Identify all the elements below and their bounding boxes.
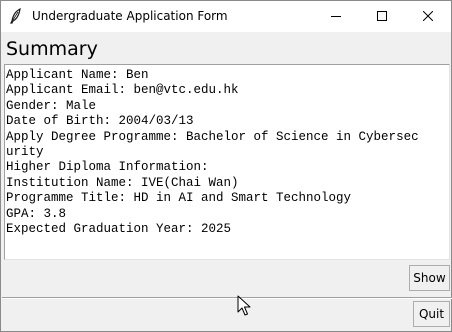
mouse-cursor-icon xyxy=(237,295,251,317)
close-icon xyxy=(422,8,434,26)
summary-line-gender: Gender: Male xyxy=(6,98,97,113)
feather-icon xyxy=(9,7,23,24)
window-title: Undergraduate Application Form xyxy=(32,9,228,23)
summary-line-applicant-name: Applicant Name: Ben xyxy=(6,68,149,82)
summary-line-date-of-birth: Date of Birth: 2004/03/13 xyxy=(6,114,194,129)
close-button[interactable] xyxy=(405,1,451,32)
summary-line-graduation-year: Expected Graduation Year: 2025 xyxy=(6,222,232,236)
minimize-icon xyxy=(331,8,341,26)
summary-line-degree-programme: Apply Degree Programme: Bachelor of Scie… xyxy=(6,129,419,144)
minimize-button[interactable] xyxy=(313,1,359,32)
maximize-button[interactable] xyxy=(359,1,405,32)
summary-line-institution: Institution Name: IVE(Chai Wan) xyxy=(6,175,239,190)
frame-separator xyxy=(2,297,452,299)
summary-line-gpa: GPA: 3.8 xyxy=(6,206,67,221)
maximize-icon xyxy=(377,8,387,26)
summary-line-degree-programme-wrap: urity xyxy=(6,145,44,159)
application-window: Undergraduate Application Form Summary A… xyxy=(0,0,452,332)
show-button[interactable]: Show xyxy=(409,265,450,291)
title-bar[interactable]: Undergraduate Application Form xyxy=(1,1,451,32)
summary-textbox[interactable]: Applicant Name: Ben Applicant Email: ben… xyxy=(4,64,450,260)
summary-line-hd-info: Higher Diploma Information: xyxy=(6,160,209,175)
summary-heading: Summary xyxy=(6,38,98,60)
quit-button[interactable]: Quit xyxy=(413,301,450,327)
summary-line-programme-title: Programme Title: HD in AI and Smart Tech… xyxy=(6,191,352,206)
summary-line-applicant-email: Applicant Email: ben@vtc.edu.hk xyxy=(6,83,239,98)
